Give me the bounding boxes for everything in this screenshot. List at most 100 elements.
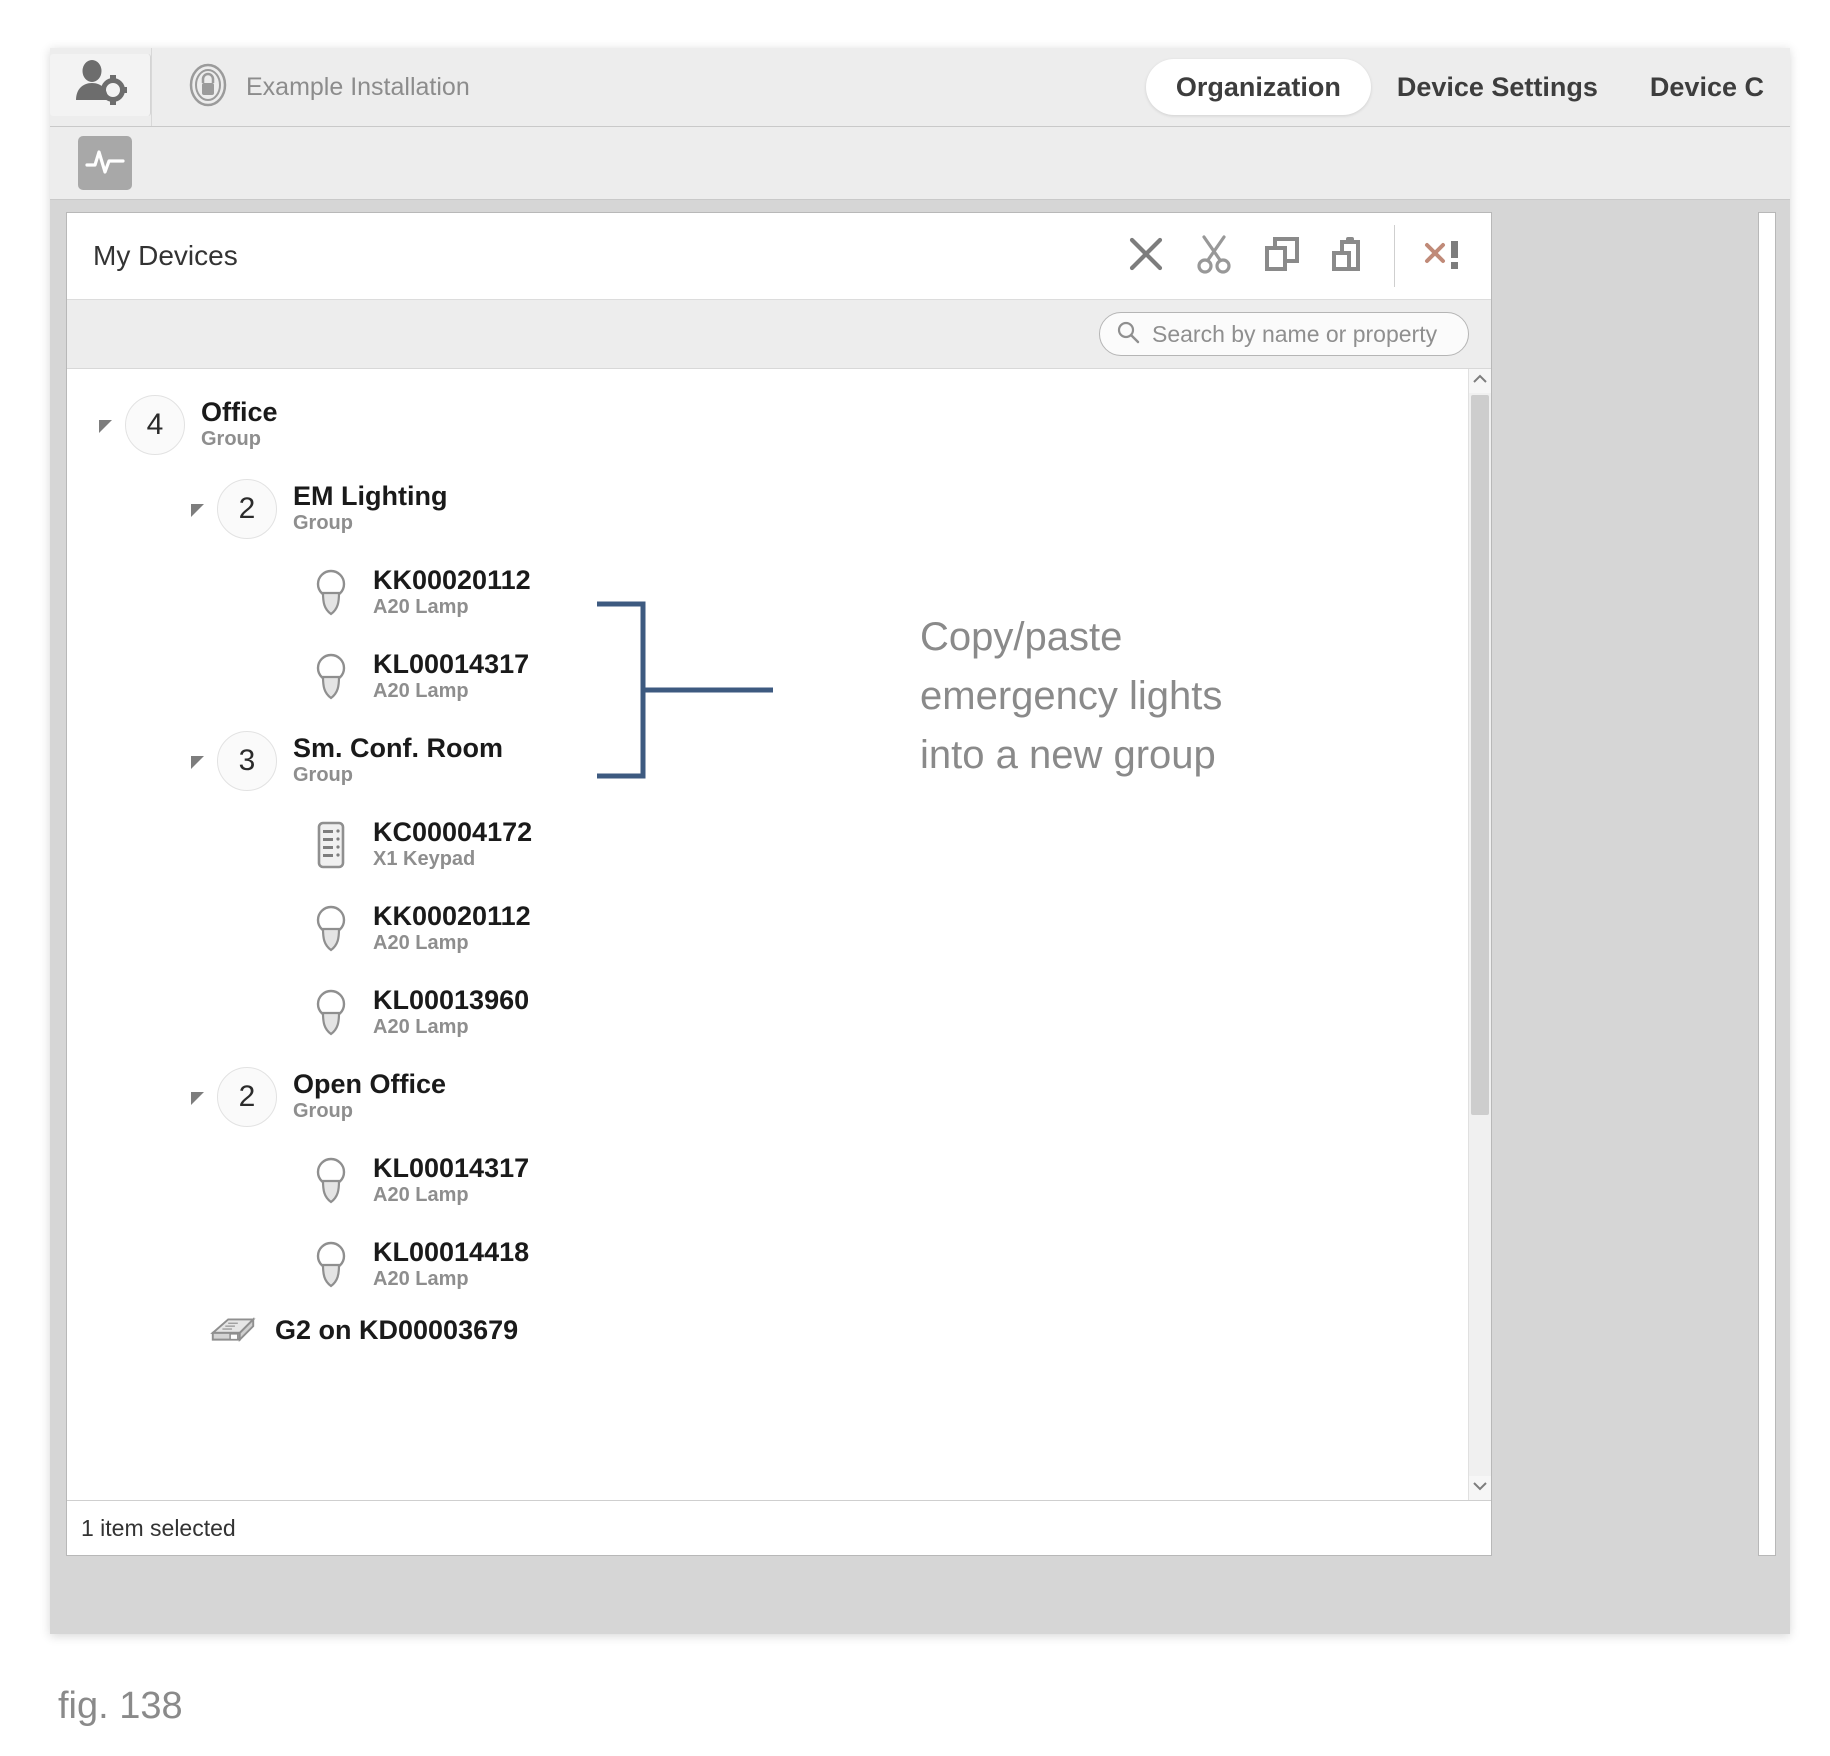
lamp-icon [305,903,357,955]
application-window: Example Installation Organization Device… [50,48,1790,1634]
device-tree: 4 Office Group 2 EM Lighting Group KK000… [67,369,1469,1500]
tree-scrollbar[interactable] [1468,369,1491,1500]
group-type: Group [293,512,353,535]
my-devices-panel: My Devices Search by name or property 4 … [66,212,1492,1556]
chevron-expanded-icon[interactable] [93,412,119,438]
lamp-icon [305,1155,357,1207]
search-row: Search by name or property [67,300,1491,369]
selection-status-text: 1 item selected [81,1514,236,1541]
panel-toolbar [1112,213,1491,299]
activity-pulse-icon [84,145,126,182]
group-name: Sm. Conf. Room [293,732,503,763]
tree-row-device[interactable]: KC00004172 X1 Keypad [67,803,1469,887]
adjacent-panel-edge [1758,212,1776,1556]
tree-row-labels: KK00020112 A20 Lamp [373,564,531,620]
tree-row-device[interactable]: KL00014317 A20 Lamp [67,635,1469,719]
figure-caption: fig. 138 [58,1685,183,1727]
copy-button[interactable] [1253,227,1311,285]
paste-icon [1331,235,1369,278]
annotation-text: Copy/paste emergency lights into a new g… [920,608,1222,786]
tree-row-group[interactable]: 4 Office Group [67,383,1469,467]
scroll-thumb[interactable] [1471,395,1489,1115]
group-name: Open Office [293,1068,447,1099]
device-name: KL00013960 [373,984,530,1015]
device-name: KK00020112 [373,900,531,931]
tree-row-gateway[interactable]: G2 on KD00003679 [67,1307,1469,1353]
device-type: A20 Lamp [373,596,469,619]
device-name: KL00014317 [373,1152,530,1183]
tab-device-settings[interactable]: Device Settings [1371,59,1624,115]
user-settings-button[interactable] [50,54,151,116]
toolbar-divider [1394,225,1395,287]
installation-selector[interactable]: Example Installation [151,48,470,126]
lamp-icon [305,567,357,619]
page-edge-fade [1790,0,1830,1756]
search-input[interactable]: Search by name or property [1099,312,1469,356]
device-type: X1 Keypad [373,848,476,871]
activity-monitor-button[interactable] [78,136,132,190]
tree-row-device[interactable]: KL00014418 A20 Lamp [67,1223,1469,1307]
device-name: KL00014418 [373,1236,530,1267]
tree-row-labels: Open Office Group [293,1068,447,1124]
top-header-bar: Example Installation Organization Device… [50,48,1790,127]
search-icon [1116,320,1140,349]
delete-button[interactable] [1117,227,1175,285]
group-type: Group [201,428,261,451]
device-type: A20 Lamp [373,932,469,955]
device-type: A20 Lamp [373,1268,469,1291]
annotation-line-1: Copy/paste [920,615,1123,659]
tree-row-labels: Office Group [201,396,278,452]
tree-row-labels: KC00004172 X1 Keypad [373,816,533,872]
panel-header: My Devices [67,213,1491,300]
annotation-line-2: emergency lights [920,674,1223,719]
group-name: Office [201,396,278,427]
scroll-down-button[interactable] [1469,1476,1491,1500]
tree-row-group[interactable]: 2 Open Office Group [67,1055,1469,1139]
secondary-toolbar [50,127,1790,200]
chevron-expanded-icon[interactable] [185,1084,211,1110]
chevron-up-icon [1472,372,1488,390]
tree-row-labels: Sm. Conf. Room Group [293,732,503,788]
annotation-line-3: into a new group [920,733,1216,778]
lamp-icon [305,1239,357,1291]
tree-row-labels: KL00013960 A20 Lamp [373,984,530,1040]
tree-row-group[interactable]: 3 Sm. Conf. Room Group [67,719,1469,803]
device-type: A20 Lamp [373,1184,469,1207]
device-type: A20 Lamp [373,1016,469,1039]
tree-row-device[interactable]: KK00020112 A20 Lamp [67,551,1469,635]
panel-title: My Devices [93,240,238,271]
copy-icon [1263,235,1301,278]
tree-row-device[interactable]: KL00013960 A20 Lamp [67,971,1469,1055]
lamp-icon [305,987,357,1039]
scroll-up-button[interactable] [1469,369,1491,393]
tree-row-device[interactable]: KK00020112 A20 Lamp [67,887,1469,971]
content-area: My Devices Search by name or property 4 … [50,200,1790,1634]
tab-device-c[interactable]: Device C [1624,59,1790,115]
search-placeholder: Search by name or property [1152,320,1438,347]
device-name: KC00004172 [373,816,533,847]
tree-row-device[interactable]: KL00014317 A20 Lamp [67,1139,1469,1223]
device-name: KK00020112 [373,564,531,595]
tree-row-group[interactable]: 2 EM Lighting Group [67,467,1469,551]
group-type: Group [293,764,353,787]
tab-organization[interactable]: Organization [1145,59,1371,115]
group-count-badge: 2 [217,1067,277,1127]
tree-row-labels: KK00020112 A20 Lamp [373,900,531,956]
cut-button[interactable] [1185,227,1243,285]
device-name: KL00014317 [373,648,530,679]
group-type: Group [293,1100,353,1123]
group-count-badge: 4 [125,395,185,455]
user-settings-icon [73,58,128,113]
paste-button[interactable] [1321,227,1379,285]
chevron-expanded-icon[interactable] [185,748,211,774]
group-name: EM Lighting [293,480,448,511]
chevron-expanded-icon[interactable] [185,496,211,522]
chevron-down-icon [1472,1479,1488,1497]
error-button[interactable] [1414,227,1472,285]
keypad-icon [305,819,357,871]
installation-label: Example Installation [246,72,470,101]
group-count-badge: 2 [217,479,277,539]
group-count-badge: 3 [217,731,277,791]
delete-icon [1127,235,1165,278]
status-bar: 1 item selected [67,1500,1491,1555]
